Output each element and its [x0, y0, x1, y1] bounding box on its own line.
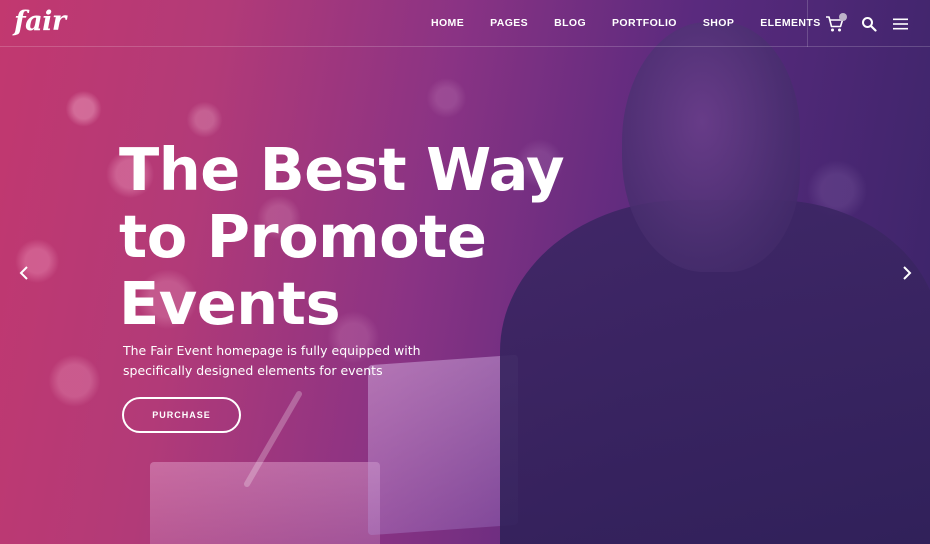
nav-item-portfolio[interactable]: PORTFOLIO: [612, 17, 677, 29]
nav-divider: [807, 0, 808, 47]
nav-item-home[interactable]: HOME: [431, 17, 464, 29]
nav-item-shop[interactable]: SHOP: [703, 17, 734, 29]
hero-subtext-line: The Fair Event homepage is fully equippe…: [123, 343, 421, 358]
hero-slider: fair HOME PAGES BLOG PORTFOLIO SHOP ELEM…: [0, 0, 930, 544]
chevron-right-icon[interactable]: [901, 265, 913, 281]
hero-headline-line: Events: [119, 269, 341, 338]
nav-item-blog[interactable]: BLOG: [554, 17, 586, 29]
cart-count-badge: [839, 13, 847, 21]
laptop-shape: [368, 354, 518, 536]
hero-subtext-line: specifically designed elements for event…: [123, 363, 383, 378]
nav-item-elements[interactable]: ELEMENTS: [760, 17, 820, 29]
main-nav: HOME PAGES BLOG PORTFOLIO SHOP ELEMENTS: [431, 17, 847, 29]
purchase-button[interactable]: PURCHASE: [122, 397, 241, 433]
search-icon[interactable]: [861, 16, 877, 32]
speaker-head-shape: [622, 22, 800, 272]
nav-item-pages[interactable]: PAGES: [490, 17, 528, 29]
site-logo[interactable]: fair: [14, 6, 66, 37]
hero-headline-line: to Promote: [119, 202, 487, 271]
hamburger-menu-icon[interactable]: [893, 17, 908, 30]
hero-subtext: The Fair Event homepage is fully equippe…: [123, 341, 453, 381]
hero-headline: The Best Way to Promote Events: [119, 136, 639, 337]
chevron-left-icon[interactable]: [18, 265, 30, 281]
podium-shape: [150, 462, 380, 544]
cart-icon[interactable]: [825, 13, 847, 33]
site-header: fair HOME PAGES BLOG PORTFOLIO SHOP ELEM…: [0, 0, 930, 47]
hero-headline-line: The Best Way: [119, 135, 565, 204]
